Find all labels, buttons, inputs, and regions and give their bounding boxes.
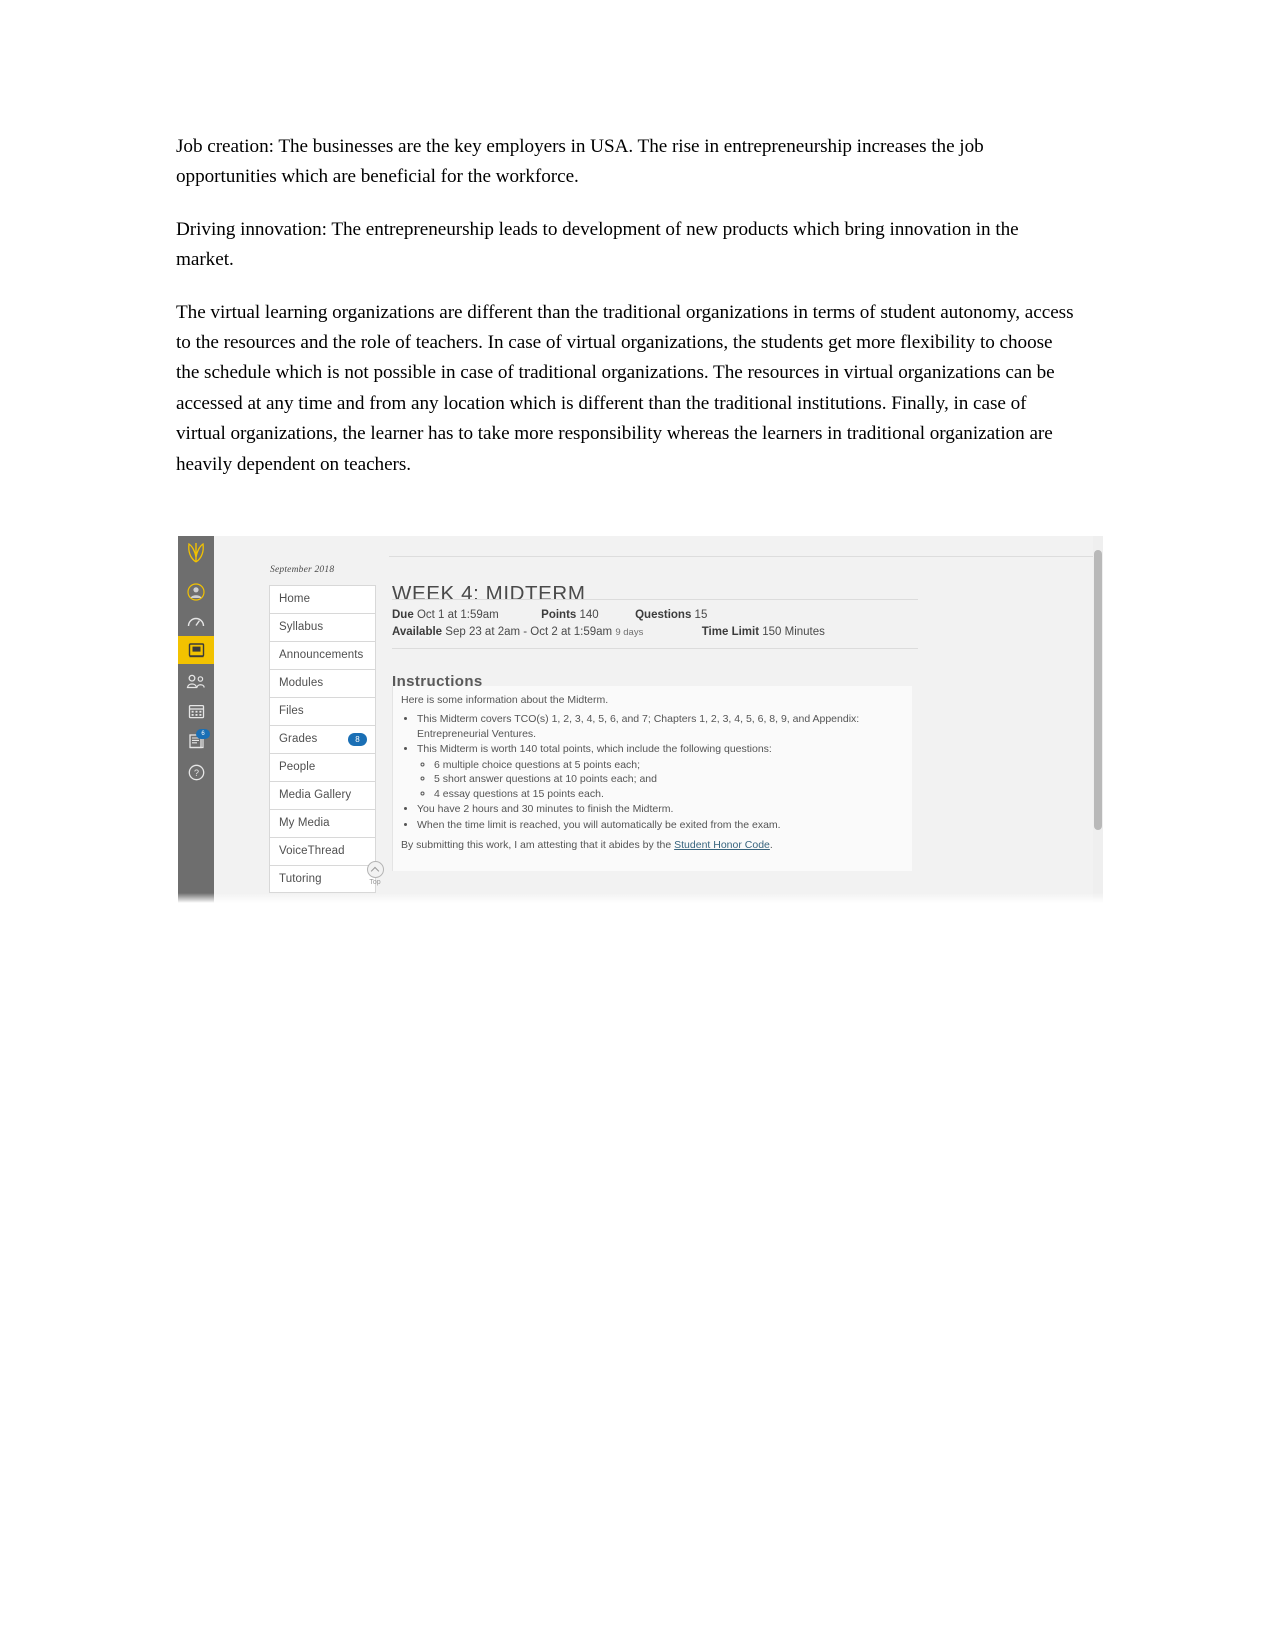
course-nav-label: Home: [279, 593, 311, 605]
back-to-top-button[interactable]: Top: [364, 861, 386, 887]
questions-label: Questions: [635, 609, 692, 621]
honor-code-suffix: .: [769, 839, 773, 851]
quiz-content: WEEK 4: MIDTERM Due Oct 1 at 1:59am Poin…: [389, 536, 1103, 903]
instructions-bullet-text: This Midterm is worth 140 total points, …: [417, 743, 772, 755]
instructions-sub-bullet: 6 multiple choice questions at 5 points …: [434, 758, 904, 773]
instructions-sub-bullets: 6 multiple choice questions at 5 points …: [417, 758, 904, 802]
paragraph-job-creation: Job creation: The businesses are the key…: [176, 136, 984, 188]
available-days: 9 days: [615, 627, 644, 638]
course-nav-item-syllabus[interactable]: Syllabus: [269, 613, 376, 641]
course-nav-item-announcements[interactable]: Announcements: [269, 641, 376, 669]
global-navigation: 6 ?: [178, 536, 214, 903]
course-nav-item-files[interactable]: Files: [269, 697, 376, 725]
global-nav-item-calendar[interactable]: [178, 697, 214, 725]
instructions-sub-bullet: 5 short answer questions at 10 points ea…: [434, 772, 904, 787]
course-nav-item-media-gallery[interactable]: Media Gallery: [269, 781, 376, 809]
available-label: Available: [392, 626, 443, 638]
inbox-badge: 6: [196, 729, 210, 739]
due-label: Due: [392, 609, 414, 621]
due-value: Oct 1 at 1:59am: [416, 609, 499, 621]
course-nav-item-modules[interactable]: Modules: [269, 669, 376, 697]
instructions-body: Here is some information about the Midte…: [392, 686, 912, 871]
instructions-bullets: This Midterm covers TCO(s) 1, 2, 3, 4, 5…: [401, 712, 904, 832]
screenshot-bottom-fade: [178, 893, 1103, 903]
quiz-meta-row-2: Available Sep 23 at 2am - Oct 2 at 1:59a…: [392, 624, 918, 641]
paragraph-driving-innovation: Driving innovation: The entrepreneurship…: [176, 218, 1019, 271]
points-label: Points: [541, 609, 577, 621]
groups-icon: [186, 674, 205, 688]
global-nav-item-dashboard[interactable]: [178, 608, 214, 636]
paragraph-virtual-learning: The virtual learning organizations are d…: [176, 301, 1074, 475]
instructions-sub-bullet: 4 essay questions at 15 points each.: [434, 787, 904, 802]
course-nav-label: Files: [279, 705, 304, 717]
content-divider: [389, 556, 1103, 557]
course-nav-label: Grades: [279, 733, 318, 745]
student-honor-code-link[interactable]: Student Honor Code: [674, 839, 770, 851]
global-nav-item-groups[interactable]: [178, 667, 214, 695]
chevron-up-icon: [366, 861, 384, 878]
scrollbar-track[interactable]: [1093, 536, 1103, 903]
time-limit-value: 150 Minutes: [762, 626, 825, 638]
course-nav-label: Syllabus: [279, 621, 324, 633]
honor-code-prefix: By submitting this work, I am attesting …: [401, 839, 675, 851]
quiz-meta: Due Oct 1 at 1:59am Points 140 Questions…: [392, 599, 918, 649]
course-date-label: September 2018: [270, 565, 335, 575]
course-nav-label: Tutoring: [279, 873, 322, 885]
svg-text:?: ?: [193, 768, 198, 778]
course-nav-label: My Media: [279, 817, 330, 829]
course-nav-item-my-media[interactable]: My Media: [269, 809, 376, 837]
honor-code-statement: By submitting this work, I am attesting …: [401, 838, 904, 852]
back-to-top-label: Top: [369, 879, 381, 886]
course-nav-item-home[interactable]: Home: [269, 585, 376, 613]
scrollbar-thumb[interactable]: [1094, 550, 1102, 830]
courses-book-icon: [188, 642, 204, 657]
time-limit-label: Time Limit: [701, 626, 760, 638]
dashboard-icon: [187, 617, 205, 627]
points-value: 140: [579, 609, 599, 621]
course-nav-list: Home Syllabus Announcements Modules File…: [269, 585, 376, 893]
course-nav-label: Media Gallery: [279, 789, 352, 801]
global-nav-item-account[interactable]: [178, 578, 214, 606]
document-body: Job creation: The businesses are the key…: [176, 132, 1074, 480]
course-nav-item-people[interactable]: People: [269, 753, 376, 781]
course-nav-label: People: [279, 761, 316, 773]
quiz-meta-row-1: Due Oct 1 at 1:59am Points 140 Questions…: [392, 607, 918, 624]
course-nav-label: VoiceThread: [279, 845, 345, 857]
global-nav-item-courses[interactable]: [178, 636, 214, 664]
user-circle-icon: [187, 583, 205, 601]
instructions-bullet: You have 2 hours and 30 minutes to finis…: [417, 802, 904, 817]
instructions-bullet: This Midterm covers TCO(s) 1, 2, 3, 4, 5…: [417, 712, 904, 741]
course-nav-item-tutoring[interactable]: Tutoring: [269, 865, 376, 893]
help-circle-icon: ?: [188, 764, 204, 780]
course-nav-label: Modules: [279, 677, 324, 689]
global-nav-item-inbox[interactable]: 6: [178, 727, 214, 755]
course-nav-item-voicethread[interactable]: VoiceThread: [269, 837, 376, 865]
global-nav-item-help[interactable]: ?: [178, 758, 214, 786]
course-nav-item-grades[interactable]: Grades 8: [269, 725, 376, 753]
available-value: Sep 23 at 2am - Oct 2 at 1:59am: [445, 626, 613, 638]
course-nav-label: Announcements: [279, 649, 364, 661]
calendar-icon: [188, 704, 204, 719]
instructions-bullet: This Midterm is worth 140 total points, …: [417, 742, 904, 801]
instructions-lead: Here is some information about the Midte…: [401, 694, 609, 706]
institution-logo[interactable]: [186, 542, 206, 564]
questions-value: 15: [694, 609, 708, 621]
grades-badge: 8: [348, 733, 367, 746]
document-page: Job creation: The businesses are the key…: [0, 0, 1275, 1651]
embedded-canvas-screenshot: 6 ? September 2018 Home Syllabus Announc…: [178, 536, 1103, 903]
instructions-bullet: When the time limit is reached, you will…: [417, 818, 904, 833]
course-navigation: September 2018 Home Syllabus Announcemen…: [214, 536, 389, 903]
